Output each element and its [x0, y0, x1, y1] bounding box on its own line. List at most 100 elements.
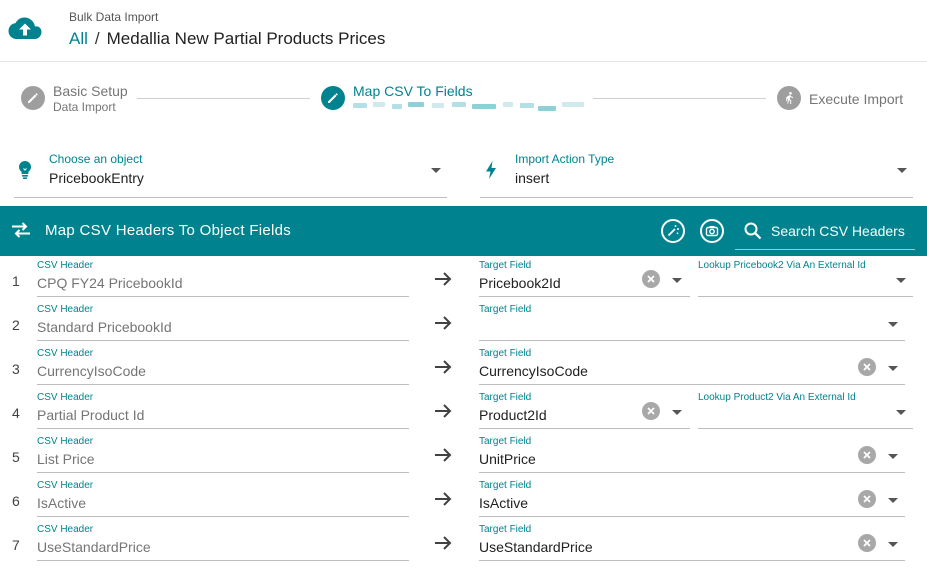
clear-target-button[interactable] — [858, 446, 876, 464]
close-icon — [863, 495, 871, 503]
step-execute-import-icon[interactable] — [777, 86, 801, 110]
target-field-select[interactable]: Target Field Product2Id — [479, 391, 690, 429]
pencil-icon — [28, 93, 38, 103]
target-field-select[interactable]: Target Field UseStandardPrice — [479, 523, 905, 561]
row-index: 1 — [12, 273, 20, 289]
target-field-label: Target Field — [479, 304, 532, 315]
clear-target-button[interactable] — [858, 358, 876, 376]
csv-header-value: List Price — [37, 451, 95, 467]
close-icon — [863, 451, 871, 459]
mapping-row: 2 CSV Header Standard PricebookId Target… — [0, 303, 927, 347]
swap-arrows-icon — [12, 222, 30, 238]
clear-target-button[interactable] — [642, 402, 660, 420]
running-person-icon — [786, 92, 793, 104]
csv-header-field[interactable]: CSV Header Partial Product Id — [37, 391, 409, 429]
target-field-label: Target Field — [479, 260, 532, 271]
chevron-down-icon[interactable] — [896, 410, 906, 415]
step-basic-setup-title[interactable]: Basic Setup — [53, 83, 128, 99]
cloud-upload-icon — [8, 17, 42, 39]
chevron-down-icon[interactable] — [888, 366, 898, 371]
mapping-row: 4 CSV Header Partial Product Id Target F… — [0, 391, 927, 435]
lookup-label: Lookup Product2 Via An External Id — [698, 392, 856, 403]
camera-icon — [705, 226, 719, 237]
arrow-right-icon — [435, 492, 452, 506]
pencil-icon — [328, 93, 338, 103]
step-basic-setup-icon[interactable] — [21, 86, 45, 110]
target-field-label: Target Field — [479, 436, 532, 447]
target-field-value: UseStandardPrice — [479, 539, 593, 555]
object-select[interactable]: Choose an object PricebookEntry — [14, 145, 447, 198]
target-field-select[interactable]: Target Field CurrencyIsoCode — [479, 347, 905, 385]
csv-header-field[interactable]: CSV Header CurrencyIsoCode — [37, 347, 409, 385]
arrow-right-icon — [435, 536, 452, 550]
chevron-down-icon[interactable] — [896, 278, 906, 283]
row-index: 3 — [12, 361, 20, 377]
chevron-down-icon[interactable] — [888, 454, 898, 459]
chevron-down-icon[interactable] — [672, 410, 682, 415]
target-field-value: Product2Id — [479, 407, 547, 423]
close-icon — [647, 275, 655, 283]
csv-header-value: IsActive — [37, 495, 87, 511]
target-field-select[interactable]: Target Field Pricebook2Id — [479, 259, 690, 297]
chevron-down-icon[interactable] — [672, 278, 682, 283]
breadcrumb-all-link[interactable]: All — [69, 29, 88, 48]
mapping-row: 1 CSV Header CPQ FY24 PricebookId Target… — [0, 259, 927, 303]
step-map-csv-title[interactable]: Map CSV To Fields — [353, 83, 473, 99]
mapping-row: 7 CSV Header UseStandardPrice Target Fie… — [0, 523, 927, 567]
clear-target-button[interactable] — [858, 490, 876, 508]
csv-header-label: CSV Header — [37, 348, 94, 359]
lookup-label: Lookup Pricebook2 Via An External Id — [698, 260, 866, 271]
target-field-label: Target Field — [479, 392, 532, 403]
csv-header-value: CurrencyIsoCode — [37, 363, 146, 379]
csv-header-value: CPQ FY24 PricebookId — [37, 275, 183, 291]
step-connector — [593, 98, 766, 99]
lookup-external-id-select[interactable]: Lookup Pricebook2 Via An External Id — [698, 259, 913, 297]
clear-target-button[interactable] — [858, 534, 876, 552]
csv-header-field[interactable]: CSV Header UseStandardPrice — [37, 523, 409, 561]
close-icon — [647, 407, 655, 415]
chevron-down-icon[interactable] — [888, 322, 898, 327]
clear-target-button[interactable] — [642, 270, 660, 288]
arrow-right-icon — [435, 404, 452, 418]
row-index: 7 — [12, 537, 20, 553]
search-icon — [744, 222, 762, 240]
step-execute-import-title[interactable]: Execute Import — [809, 91, 903, 107]
arrow-right-icon — [435, 316, 452, 330]
csv-header-value: UseStandardPrice — [37, 539, 151, 555]
row-index: 4 — [12, 405, 20, 421]
magic-wand-icon — [667, 225, 679, 237]
csv-header-field[interactable]: CSV Header CPQ FY24 PricebookId — [37, 259, 409, 297]
close-icon — [863, 363, 871, 371]
close-icon — [863, 539, 871, 547]
csv-header-field[interactable]: CSV Header List Price — [37, 435, 409, 473]
csv-header-field[interactable]: CSV Header Standard PricebookId — [37, 303, 409, 341]
arrow-right-icon — [435, 448, 452, 462]
search-placeholder: Search CSV Headers — [771, 223, 905, 239]
csv-header-label: CSV Header — [37, 524, 94, 535]
target-field-value: UnitPrice — [479, 451, 536, 467]
import-stepper: Basic Setup Data Import Map CSV To Field… — [0, 62, 927, 134]
row-index: 2 — [12, 317, 20, 333]
target-field-value: IsActive — [479, 495, 529, 511]
chevron-down-icon[interactable] — [888, 498, 898, 503]
auto-map-button[interactable] — [661, 219, 685, 243]
mapping-row: 6 CSV Header IsActive Target Field IsAct… — [0, 479, 927, 523]
import-action-select[interactable]: Import Action Type insert — [480, 145, 913, 198]
target-field-select[interactable]: Target Field IsActive — [479, 479, 905, 517]
page-title: Medallia New Partial Products Prices — [106, 29, 386, 48]
target-field-label: Target Field — [479, 480, 532, 491]
target-field-select[interactable]: Target Field — [479, 303, 905, 341]
lightbulb-icon — [19, 161, 31, 179]
search-csv-headers-input[interactable]: Search CSV Headers — [735, 214, 915, 250]
arrow-right-icon — [435, 272, 452, 286]
mapping-row: 5 CSV Header List Price Target Field Uni… — [0, 435, 927, 479]
target-field-select[interactable]: Target Field UnitPrice — [479, 435, 905, 473]
chevron-down-icon[interactable] — [897, 168, 907, 173]
step-map-csv-icon[interactable] — [321, 86, 345, 110]
page-header: Bulk Data Import All / Medallia New Partia… — [0, 0, 927, 62]
csv-header-field[interactable]: CSV Header IsActive — [37, 479, 409, 517]
lookup-external-id-select[interactable]: Lookup Product2 Via An External Id — [698, 391, 913, 429]
chevron-down-icon[interactable] — [431, 168, 441, 173]
snapshot-button[interactable] — [700, 219, 724, 243]
chevron-down-icon[interactable] — [888, 542, 898, 547]
